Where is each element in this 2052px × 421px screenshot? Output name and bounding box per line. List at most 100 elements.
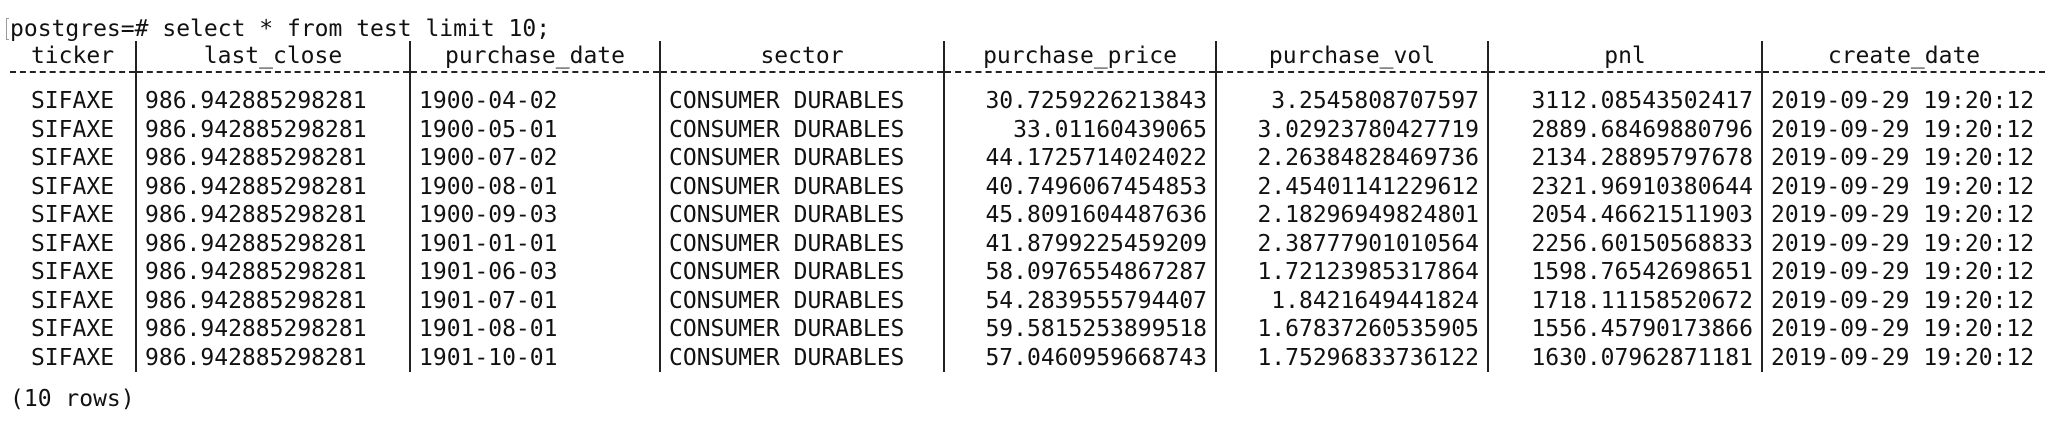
cell-pnl: 1556.45790173866: [1488, 315, 1763, 344]
cell-purchase-date: 1901-08-01: [410, 315, 661, 344]
cell-purchase-date: 1900-09-03: [410, 201, 661, 230]
table-row: SIFAXE 986.942885298281 1900-09-03 CONSU…: [10, 201, 2045, 230]
cell-purchase-vol: 3.2545808707597: [1216, 87, 1489, 116]
table-row: SIFAXE 986.942885298281 1901-10-01 CONSU…: [10, 343, 2045, 372]
cell-last-close: 986.942885298281: [136, 144, 411, 173]
cell-sector: CONSUMER DURABLES: [660, 229, 945, 258]
table-row: SIFAXE 986.942885298281 1901-01-01 CONSU…: [10, 229, 2045, 258]
cell-last-close: 986.942885298281: [136, 172, 411, 201]
cell-last-close: 986.942885298281: [136, 87, 411, 116]
cell-pnl: 2321.96910380644: [1488, 172, 1763, 201]
cell-ticker: SIFAXE: [10, 201, 137, 230]
header-separator: [10, 71, 2045, 87]
cell-last-close: 986.942885298281: [136, 115, 411, 144]
cell-sector: CONSUMER DURABLES: [660, 115, 945, 144]
cell-purchase-date: 1901-07-01: [410, 286, 661, 315]
cell-purchase-date: 1900-05-01: [410, 115, 661, 144]
cell-sector: CONSUMER DURABLES: [660, 286, 945, 315]
cell-purchase-price: 57.0460959668743: [944, 343, 1217, 372]
cell-pnl: 2889.68469880796: [1488, 115, 1763, 144]
cell-create-date: 2019-09-29 19:20:12: [1771, 116, 2035, 143]
column-header: sector: [660, 41, 945, 72]
cell-sector: CONSUMER DURABLES: [660, 258, 945, 287]
cell-last-close: 986.942885298281: [136, 258, 411, 287]
terminal-window[interactable]: postgres=# select * from test limit 10; …: [0, 0, 2052, 421]
cell-purchase-date: 1900-07-02: [410, 144, 661, 173]
row-count-footer: (10 rows): [10, 386, 135, 412]
cell-purchase-vol: 2.26384828469736: [1216, 144, 1489, 173]
cell-purchase-price: 40.7496067454853: [944, 172, 1217, 201]
column-header: purchase_date: [410, 41, 661, 72]
column-header: purchase_price: [944, 41, 1217, 72]
cell-sector: CONSUMER DURABLES: [660, 144, 945, 173]
cell-ticker: SIFAXE: [10, 172, 137, 201]
cell-ticker: SIFAXE: [10, 286, 137, 315]
cell-create-date: 2019-09-29 19:20:12: [1771, 316, 2035, 342]
table-row: SIFAXE 986.942885298281 1901-06-03 CONSU…: [10, 258, 2045, 287]
command-line[interactable]: postgres=# select * from test limit 10;: [10, 14, 550, 44]
cell-purchase-price: 30.7259226213843: [944, 87, 1217, 116]
table-row: SIFAXE 986.942885298281 1900-05-01 CONSU…: [10, 115, 2045, 144]
cell-pnl: 1630.07962871181: [1488, 343, 1763, 372]
cell-purchase-vol: 2.18296949824801: [1216, 201, 1489, 230]
cell-create-date: 2019-09-29 19:20:12: [1771, 88, 2035, 114]
cell-ticker: SIFAXE: [10, 115, 137, 144]
cell-create-date: 2019-09-29 19:20:12: [1771, 287, 2035, 314]
result-rows: SIFAXE 986.942885298281 1900-04-02 CONSU…: [10, 87, 2045, 372]
cell-pnl: 1718.11158520672: [1488, 286, 1763, 315]
cell-purchase-vol: 1.72123985317864: [1216, 258, 1489, 287]
query-result-table: ticker last_close purchase_date sector p…: [10, 41, 2045, 372]
cell-sector: CONSUMER DURABLES: [660, 201, 945, 230]
cell-pnl: 3112.08543502417: [1488, 87, 1763, 116]
cell-purchase-price: 54.2839555794407: [944, 286, 1217, 315]
cell-sector: CONSUMER DURABLES: [660, 172, 945, 201]
column-header: pnl: [1488, 41, 1763, 72]
cell-purchase-vol: 2.38777901010564: [1216, 229, 1489, 258]
cell-pnl: 2054.46621511903: [1488, 201, 1763, 230]
cell-create-date: 2019-09-29 19:20:12: [1771, 145, 2035, 171]
cell-last-close: 986.942885298281: [136, 315, 411, 344]
cell-create-date: 2019-09-29 19:20:12: [1771, 259, 2035, 285]
table-row: SIFAXE 986.942885298281 1900-07-02 CONSU…: [10, 144, 2045, 173]
column-header: create_date: [1827, 43, 1981, 69]
cell-ticker: SIFAXE: [10, 87, 137, 116]
cell-purchase-vol: 1.8421649441824: [1216, 286, 1489, 315]
cell-purchase-price: 58.0976554867287: [944, 258, 1217, 287]
cell-ticker: SIFAXE: [10, 258, 137, 287]
cursor-marker: [6, 18, 9, 40]
cell-create-date: 2019-09-29 19:20:12: [1771, 344, 2035, 371]
cell-create-date: 2019-09-29 19:20:12: [1771, 230, 2035, 257]
cell-purchase-price: 33.01160439065: [944, 115, 1217, 144]
cell-purchase-date: 1901-01-01: [410, 229, 661, 258]
cell-pnl: 1598.76542698651: [1488, 258, 1763, 287]
column-header: last_close: [136, 41, 411, 72]
cell-last-close: 986.942885298281: [136, 229, 411, 258]
cell-pnl: 2134.28895797678: [1488, 144, 1763, 173]
cell-sector: CONSUMER DURABLES: [660, 315, 945, 344]
cell-ticker: SIFAXE: [10, 343, 137, 372]
table-row: SIFAXE 986.942885298281 1900-08-01 CONSU…: [10, 172, 2045, 201]
cell-create-date: 2019-09-29 19:20:12: [1771, 202, 2035, 228]
cell-pnl: 2256.60150568833: [1488, 229, 1763, 258]
table-row: SIFAXE 986.942885298281 1901-08-01 CONSU…: [10, 315, 2045, 344]
column-header: purchase_vol: [1216, 41, 1489, 72]
cell-last-close: 986.942885298281: [136, 201, 411, 230]
cell-purchase-vol: 1.75296833736122: [1216, 343, 1489, 372]
cell-ticker: SIFAXE: [10, 229, 137, 258]
cell-purchase-price: 45.8091604487636: [944, 201, 1217, 230]
cell-purchase-date: 1900-04-02: [410, 87, 661, 116]
sql-command: select * from test limit 10;: [162, 16, 551, 42]
cell-purchase-vol: 3.02923780427719: [1216, 115, 1489, 144]
cell-purchase-date: 1901-06-03: [410, 258, 661, 287]
cell-purchase-price: 44.1725714024022: [944, 144, 1217, 173]
cell-purchase-vol: 2.45401141229612: [1216, 172, 1489, 201]
cell-ticker: SIFAXE: [10, 144, 137, 173]
shell-prompt: postgres=#: [10, 16, 149, 42]
cell-last-close: 986.942885298281: [136, 286, 411, 315]
table-row: SIFAXE 986.942885298281 1901-07-01 CONSU…: [10, 286, 2045, 315]
cell-sector: CONSUMER DURABLES: [660, 87, 945, 116]
cell-purchase-vol: 1.67837260535905: [1216, 315, 1489, 344]
cell-ticker: SIFAXE: [10, 315, 137, 344]
cell-create-date: 2019-09-29 19:20:12: [1771, 173, 2035, 200]
cell-purchase-date: 1900-08-01: [410, 172, 661, 201]
